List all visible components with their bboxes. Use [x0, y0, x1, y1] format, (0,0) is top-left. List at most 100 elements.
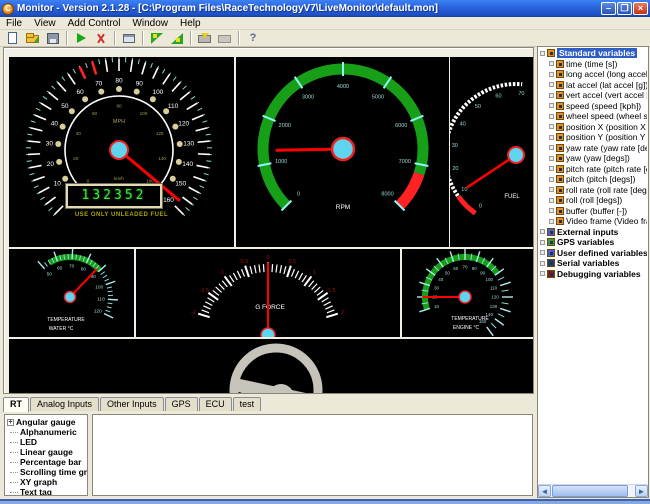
close-button[interactable]: × — [633, 2, 648, 15]
tab-other-inputs[interactable]: Other Inputs — [100, 397, 164, 411]
window-layout-icon[interactable] — [120, 31, 138, 46]
expander-icon[interactable] — [549, 155, 554, 161]
tree-row-buffer[interactable]: buffer (buffer [-]) — [539, 206, 647, 217]
tree-row-video[interactable]: Video frame (Video frame [-]) — [539, 216, 647, 227]
expander-icon[interactable] — [549, 134, 554, 140]
tree-row-pitch[interactable]: pitch rate (pitch rate [deg/s]) — [539, 164, 647, 175]
tree-row-yaw[interactable]: yaw rate (yaw rate [deg/s]) — [539, 143, 647, 154]
expander-icon[interactable] — [540, 229, 545, 235]
tree-row-standard[interactable]: Standard variables — [539, 48, 647, 59]
expander-icon[interactable] — [549, 208, 554, 214]
tab-rt[interactable]: RT — [3, 397, 29, 412]
svg-text:km/h: km/h — [114, 176, 124, 181]
menu-item-window[interactable]: Window — [126, 18, 174, 29]
tab-gps[interactable]: GPS — [164, 397, 198, 411]
menu-item-help[interactable]: Help — [174, 18, 207, 29]
svg-text:60: 60 — [57, 265, 63, 271]
variables-panel: Standard variables time (time [s]) long ac… — [537, 46, 649, 498]
scroll-left-icon[interactable]: ◄ — [538, 485, 551, 497]
tree-row-time[interactable]: time (time [s]) — [539, 59, 647, 70]
expander-icon[interactable] — [549, 218, 554, 224]
expander-icon[interactable] — [549, 113, 554, 119]
tree-row-external[interactable]: External inputs — [539, 227, 647, 238]
blank-icon[interactable] — [216, 31, 234, 46]
open-file-icon[interactable] — [24, 31, 42, 46]
tree-row-position[interactable]: position X (position X [m]) — [539, 122, 647, 133]
save-file-icon[interactable] — [44, 31, 62, 46]
expander-icon[interactable] — [549, 197, 554, 203]
variable-icon — [556, 101, 564, 110]
tree-row-roll[interactable]: roll rate (roll rate [deg/s]) — [539, 185, 647, 196]
tree-row-serial[interactable]: Serial variables — [539, 258, 647, 269]
load-config-icon[interactable] — [196, 31, 214, 46]
control-item-alphanumeric[interactable]: Alphanumeric — [7, 427, 87, 437]
svg-text:100: 100 — [140, 111, 148, 116]
tree-row-user[interactable]: User defined variables — [539, 248, 647, 259]
toolbar-separator — [66, 31, 68, 45]
variable-icon — [556, 143, 564, 152]
expander-icon[interactable] — [549, 187, 554, 193]
svg-text:110: 110 — [97, 297, 105, 303]
tab-test[interactable]: test — [232, 397, 262, 411]
control-item-text-tag[interactable]: Text tag — [7, 487, 87, 495]
expander-icon[interactable] — [549, 61, 554, 67]
expander-icon[interactable] — [549, 82, 554, 88]
control-item-scrolling-time-graph[interactable]: Scrolling time graph — [7, 467, 87, 477]
variable-icon — [556, 206, 564, 215]
control-item-xy-graph[interactable]: XY graph — [7, 477, 87, 487]
expander-icon[interactable] — [549, 145, 554, 151]
control-item-percentage-bar[interactable]: Percentage bar — [7, 457, 87, 467]
menu-item-add-control[interactable]: Add Control — [62, 18, 127, 29]
tree-row-long[interactable]: long accel (long accel [g]) — [539, 69, 647, 80]
svg-text:60: 60 — [92, 111, 98, 116]
tab-ecu[interactable]: ECU — [198, 397, 232, 411]
svg-text:3000: 3000 — [302, 95, 314, 101]
tree-row-wheel[interactable]: wheel speed (wheel speed [kph]) — [539, 111, 647, 122]
scrollbar-thumb[interactable] — [552, 485, 628, 497]
tree-row-gps[interactable]: GPS variables — [539, 237, 647, 248]
svg-text:0: 0 — [479, 204, 482, 210]
minimize-button[interactable]: – — [601, 2, 616, 15]
expander-icon[interactable] — [549, 124, 554, 130]
control-item-angular-gauge[interactable]: + Angular gauge — [7, 417, 87, 427]
toolbar-separator — [142, 31, 144, 45]
maximize-button[interactable]: ❐ — [617, 2, 632, 15]
new-file-icon[interactable] — [4, 31, 22, 46]
tree-row-vert[interactable]: vert accel (vert accel [g]) — [539, 90, 647, 101]
expander-icon[interactable] — [549, 103, 554, 109]
tab-analog-inputs[interactable]: Analog Inputs — [30, 397, 100, 411]
tree-row-pitch[interactable]: pitch (pitch [degs]) — [539, 174, 647, 185]
tree-row-speed[interactable]: speed (speed [kph]) — [539, 101, 647, 112]
control-item-linear-gauge[interactable]: Linear gauge — [7, 447, 87, 457]
expander-icon[interactable] — [549, 166, 554, 172]
expander-icon[interactable] — [549, 176, 554, 182]
expander-icon[interactable] — [540, 250, 545, 256]
run-monitor-icon[interactable] — [72, 31, 90, 46]
receive-data-icon[interactable] — [148, 31, 166, 46]
tree-row-yaw[interactable]: yaw (yaw [degs]) — [539, 153, 647, 164]
tree-row-position[interactable]: position Y (position Y [m]) — [539, 132, 647, 143]
svg-text:-0.5: -0.5 — [239, 259, 248, 265]
scroll-right-icon[interactable]: ► — [635, 485, 648, 497]
send-data-icon[interactable] — [168, 31, 186, 46]
tree-branch-line — [10, 431, 18, 433]
edit-cut-icon[interactable] — [92, 31, 110, 46]
tree-row-lat[interactable]: lat accel (lat accel [g]) — [539, 80, 647, 91]
expander-icon[interactable] — [540, 260, 545, 266]
menu-item-view[interactable]: View — [28, 18, 62, 29]
expander-icon[interactable] — [549, 71, 554, 77]
help-icon[interactable]: ? — [244, 31, 262, 46]
variable-icon — [547, 259, 555, 268]
control-item-led[interactable]: LED — [7, 437, 87, 447]
tree-row-roll[interactable]: roll (roll [degs]) — [539, 195, 647, 206]
expander-icon[interactable] — [540, 271, 545, 277]
expander-icon[interactable] — [549, 92, 554, 98]
expander-icon[interactable] — [540, 50, 545, 56]
svg-text:20: 20 — [47, 161, 55, 168]
expand-icon[interactable]: + — [7, 418, 14, 426]
tree-row-debugging[interactable]: Debugging variables — [539, 269, 647, 280]
expander-icon[interactable] — [540, 239, 545, 245]
horizontal-scrollbar[interactable]: ◄ ► — [538, 484, 648, 497]
menu-item-file[interactable]: File — [0, 18, 28, 29]
svg-text:140: 140 — [158, 156, 166, 161]
